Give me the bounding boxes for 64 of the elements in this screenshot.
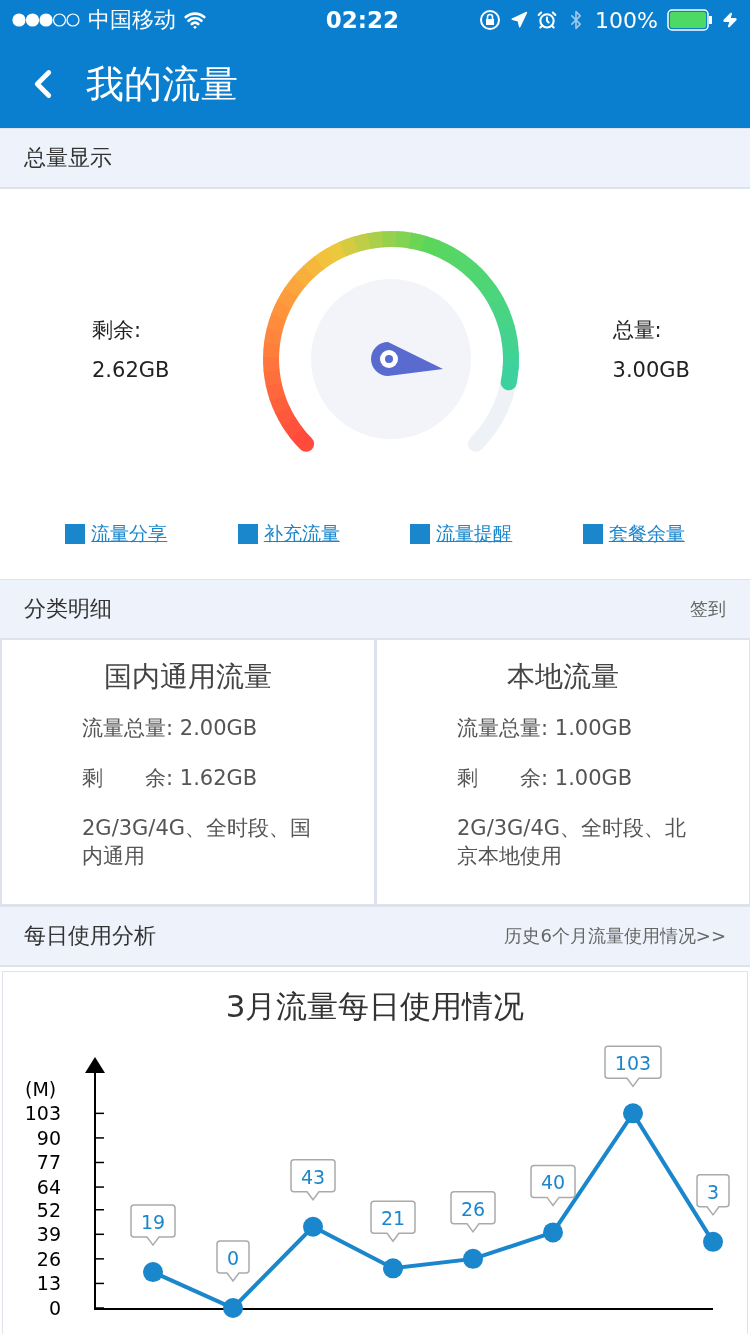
value-label: 43 <box>290 1159 336 1201</box>
y-tick-label: 39 <box>36 1223 61 1246</box>
y-tick-label: 64 <box>36 1176 61 1199</box>
quick-link[interactable]: 流量分享 <box>65 521 168 547</box>
plan-detail: 剩 余: 1.62GB <box>82 765 258 792</box>
section-title: 总量显示 <box>24 144 112 172</box>
plan-detail: 剩 余: 1.00GB <box>457 765 633 792</box>
battery-percent: 100% <box>595 7 658 33</box>
needle-icon <box>371 342 443 376</box>
y-axis-label: (M) <box>25 1078 57 1100</box>
value-label: 0 <box>216 1240 250 1282</box>
location-icon <box>510 11 529 29</box>
quick-link[interactable]: 套餐余量 <box>582 521 685 547</box>
section-title: 每日使用分析 <box>24 922 156 950</box>
quick-link[interactable]: 流量提醒 <box>410 521 513 547</box>
carrier-name: 中国移动 <box>88 6 176 34</box>
square-icon <box>410 524 431 544</box>
history-link[interactable]: 历史6个月流量使用情况>> <box>504 924 726 948</box>
value-label: 3 <box>696 1174 730 1216</box>
y-tick-label: 90 <box>36 1126 61 1149</box>
clock-time: 02:22 <box>325 7 399 33</box>
data-point <box>303 1216 323 1237</box>
plan-detail: 流量总量: 1.00GB <box>457 715 633 742</box>
rotation-lock-icon <box>479 9 502 31</box>
data-point <box>223 1298 243 1318</box>
y-tick-label: 13 <box>36 1272 61 1295</box>
data-point <box>143 1262 163 1283</box>
data-point <box>383 1258 403 1279</box>
total-value: 3.00GB <box>612 358 690 382</box>
data-point <box>543 1222 563 1243</box>
square-icon <box>65 524 86 544</box>
quick-link[interactable]: 补充流量 <box>237 521 340 547</box>
remaining-value: 2.62GB <box>92 358 170 382</box>
signal-icon <box>12 13 80 27</box>
y-tick-label: 52 <box>36 1198 61 1221</box>
battery-icon <box>667 9 713 31</box>
check-in-link[interactable]: 签到 <box>690 597 726 621</box>
value-label: 26 <box>450 1191 496 1233</box>
wifi-icon <box>184 9 206 31</box>
square-icon <box>582 524 603 544</box>
card-title: 本地流量 <box>507 659 619 695</box>
y-tick-label: 26 <box>36 1247 61 1270</box>
data-point <box>623 1103 643 1124</box>
chart-title: 3月流量每日使用情况 <box>225 987 525 1026</box>
y-tick-label: 103 <box>24 1102 61 1125</box>
value-label: 21 <box>370 1200 416 1243</box>
plan-note: 2G/3G/4G、全时段、北京本地使用 <box>457 815 688 870</box>
square-icon <box>237 524 258 544</box>
total-label: 总量: <box>612 317 663 344</box>
value-label: 103 <box>604 1045 662 1088</box>
plan-detail: 流量总量: 2.00GB <box>82 715 258 742</box>
section-title: 分类明细 <box>24 595 112 623</box>
page-title: 我的流量 <box>86 60 238 108</box>
alarm-icon <box>537 10 558 30</box>
plan-note: 2G/3G/4G、全时段、国内通用 <box>82 815 313 870</box>
value-label: 19 <box>130 1204 176 1246</box>
card-title: 国内通用流量 <box>104 659 272 695</box>
y-tick-label: 77 <box>36 1151 61 1174</box>
data-point <box>703 1231 723 1252</box>
y-tick-label: 0 <box>48 1297 61 1319</box>
data-point <box>463 1248 483 1269</box>
remaining-label: 剩余: <box>92 317 143 344</box>
value-label: 40 <box>530 1164 576 1207</box>
charging-icon <box>722 12 738 28</box>
